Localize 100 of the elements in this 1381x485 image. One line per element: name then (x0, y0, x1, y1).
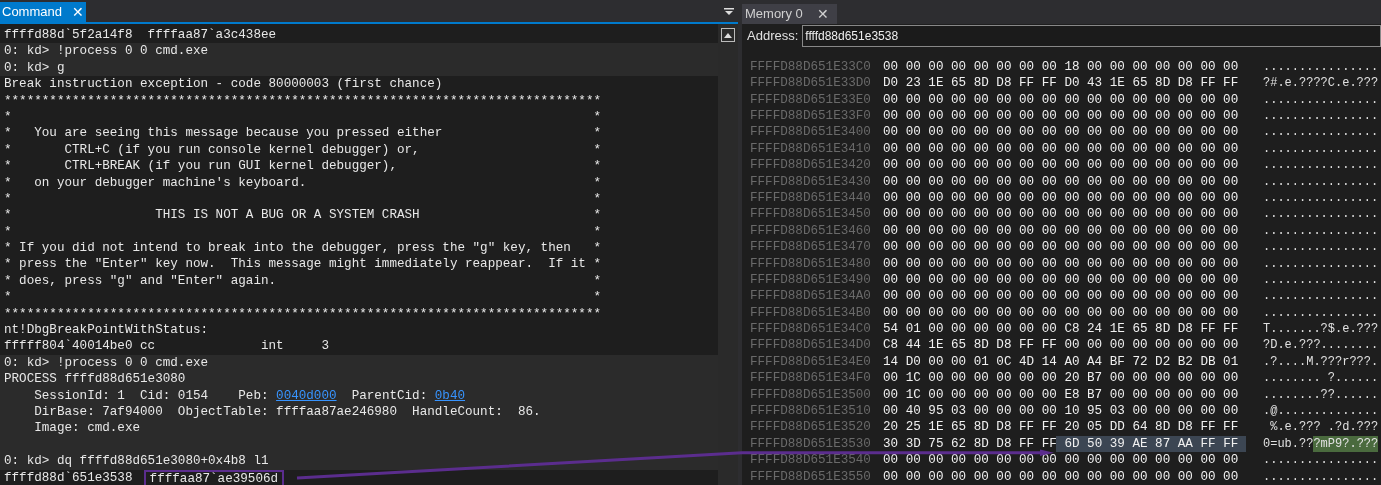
output-line: nt!DbgBreakPointWithStatus: (4, 323, 209, 338)
output-line: * * (4, 109, 602, 124)
dropdown-icon[interactable] (724, 8, 734, 16)
hex-bytes: D0 23 1E 65 8D D8 FF FF D0 43 1E 65 8D D8 FF FF (883, 75, 1239, 92)
output-line: DirBase: 7af94000 ObjectTable: ffffaa87ae246980 HandleCount: 86. (33, 405, 541, 419)
ascii-text: ?mP9?.??? (1313, 435, 1379, 453)
output-line: * If you did not intend to break into the debugger, press the "g" key, then * (4, 241, 602, 256)
hex-bytes: 20 25 1E 65 8D D8 FF FF 20 05 DD 64 8D D8 FF FF (883, 419, 1239, 436)
ascii-text: 0=ub.?? (1263, 435, 1314, 453)
output-line: ******************************************************************************* (4, 306, 602, 321)
memory-address: FFFFD88D651E33C0 (750, 58, 872, 76)
ascii-text: ................ (1263, 173, 1379, 190)
memory-address: FFFFD88D651E3550 (750, 468, 872, 485)
hex-bytes: 00 1C 00 00 00 00 00 00 20 B7 00 00 00 00 00 00 (883, 370, 1239, 387)
hex-bytes: 00 00 00 00 00 00 00 00 00 00 00 00 00 00 00 00 (883, 173, 1239, 190)
output-line: Image: cmd.exe (33, 421, 141, 436)
address-label: Address: (747, 27, 799, 46)
ascii-text: .?....M.???r???. (1263, 353, 1379, 371)
output-line: * * (4, 224, 602, 239)
link[interactable]: 0040d000 (276, 388, 337, 403)
hex-bytes: 14 D0 00 00 01 0C 4D 14 A0 A4 BF 72 D2 B2 DB 01 (883, 353, 1239, 371)
output-text: SessionId: 1 Cid: 0154 Peb: (33, 388, 270, 403)
output-line: 0: kd> !process 0 0 cmd.exe (4, 355, 209, 370)
up-arrow-icon (724, 32, 732, 38)
output-text: ffffd88d`651e3538 (4, 470, 134, 485)
memory-address: FFFFD88D651E3530 (750, 435, 872, 453)
hex-bytes: 00 00 00 00 00 00 00 00 00 00 00 00 00 00 00 00 (883, 452, 1239, 469)
hex-bytes: 00 00 00 00 00 00 00 00 00 00 00 00 00 00 00 00 (883, 91, 1239, 108)
memory-address: FFFFD88D651E3510 (750, 403, 872, 420)
memory-address: FFFFD88D651E33D0 (750, 75, 872, 92)
memory-tab[interactable]: Memory 0 ✕ (742, 4, 837, 24)
address-field[interactable]: ffffd88d651e3538 (802, 24, 1381, 47)
output-line: fffff804`40014be0 cc int 3 (4, 339, 329, 354)
ascii-text: ................ (1263, 468, 1379, 485)
memory-address: FFFFD88D651E3470 (750, 239, 872, 256)
ascii-text: ................ (1263, 206, 1379, 223)
ascii-text: ................ (1263, 157, 1379, 174)
output-line: * press the "Enter" key now. This message might immediately reappear. If it * (4, 257, 602, 272)
memory-address: FFFFD88D651E3480 (750, 255, 872, 272)
hex-bytes: 54 01 00 00 00 00 00 00 C8 24 1E 65 8D D8 FF FF (883, 321, 1239, 338)
command-tab[interactable]: Command ✕ (0, 2, 86, 22)
output-line: * CTRL+BREAK (if you run GUI kernel debugger), * (4, 159, 602, 174)
hex-bytes: 6D 50 39 AE 87 AA FF FF (1056, 435, 1247, 453)
ascii-text: ................ (1263, 124, 1379, 141)
ascii-text: ........ ?...... (1263, 370, 1379, 387)
hex-bytes: 00 00 00 00 00 00 00 00 00 00 00 00 00 00 00 00 (883, 288, 1239, 305)
hex-bytes: 00 00 00 00 00 00 00 00 00 00 00 00 00 00 00 00 (883, 140, 1239, 158)
output-text: ParentCid: (350, 388, 429, 403)
ascii-text: ................ (1263, 58, 1379, 76)
box-border-mark: * (4, 290, 12, 305)
output-line: Break instruction exception - code 80000003 (first chance) (4, 77, 443, 92)
ascii-text: ................ (1263, 255, 1379, 272)
hex-bytes: 00 00 00 00 00 00 00 00 00 00 00 00 00 00 00 00 (883, 189, 1239, 207)
hex-bytes: 00 00 00 00 00 00 00 00 00 00 00 00 00 00 00 00 (883, 124, 1239, 141)
ascii-text: ................ (1263, 189, 1379, 207)
memory-address: FFFFD88D651E34B0 (750, 304, 872, 322)
hex-bytes: 30 3D 75 62 8D D8 FF FF (883, 435, 1057, 453)
memory-address: FFFFD88D651E3400 (750, 124, 872, 141)
hex-bytes: 00 00 00 00 00 00 00 00 00 00 00 00 00 00 00 00 (883, 255, 1239, 272)
output-line: ******************************************************************************* (4, 93, 602, 108)
memory-address: FFFFD88D651E34D0 (750, 337, 872, 354)
memory-address: FFFFD88D651E3410 (750, 140, 872, 158)
ascii-text: ?#.e.????C.e.??? (1263, 75, 1379, 92)
output-line: * CTRL+C (if you run console kernel debugger) or, * (4, 142, 602, 157)
memory-address: FFFFD88D651E34F0 (750, 370, 872, 387)
output-line: * on your debugger machine's keyboard. * (4, 175, 602, 190)
output-line: * does, press "g" and "Enter" again. * (4, 273, 602, 288)
scroll-up-button[interactable] (721, 28, 735, 42)
hex-bytes: C8 44 1E 65 8D D8 FF FF 00 00 00 00 00 00 00 00 (883, 337, 1239, 354)
link[interactable]: 0b40 (434, 388, 466, 403)
ascii-text: ................ (1263, 452, 1379, 469)
output-line: 0: kd> dq ffffd88d651e3080+0x4b8 l1 (4, 454, 269, 469)
hex-bytes: 00 00 00 00 00 00 00 00 00 00 00 00 00 00 00 00 (883, 222, 1239, 240)
hex-bytes: 00 00 00 00 00 00 00 00 18 00 00 00 00 00 00 00 (883, 58, 1239, 76)
memory-address: FFFFD88D651E34A0 (750, 288, 872, 305)
memory-address: FFFFD88D651E33E0 (750, 91, 872, 108)
memory-address: FFFFD88D651E3540 (750, 452, 872, 469)
memory-address: FFFFD88D651E3420 (750, 157, 872, 174)
hex-bytes: 00 40 95 03 00 00 00 00 10 95 03 00 00 00 00 00 (883, 403, 1239, 420)
memory-address: FFFFD88D651E3500 (750, 386, 872, 404)
memory-address: FFFFD88D651E3520 (750, 419, 872, 436)
hex-bytes: 00 00 00 00 00 00 00 00 00 00 00 00 00 00 00 00 (883, 206, 1239, 223)
ascii-text: .@.............. (1263, 403, 1379, 420)
ascii-text: ................ (1263, 304, 1379, 322)
memory-address: FFFFD88D651E3460 (750, 222, 872, 240)
ascii-text: ................ (1263, 140, 1379, 158)
ascii-text: T.......?$.e.??? (1263, 321, 1379, 338)
ascii-text: %.e.??? .?d.??? (1269, 419, 1379, 436)
ascii-text: ?D.e.???........ (1263, 337, 1379, 354)
hex-bytes: 00 00 00 00 00 00 00 00 00 00 00 00 00 00 00 00 (883, 108, 1239, 125)
hex-bytes: 00 00 00 00 00 00 00 00 00 00 00 00 00 00 00 00 (883, 157, 1239, 174)
output-line: * You are seeing this message because you pressed either * (4, 126, 602, 141)
output-line: * * (4, 191, 602, 206)
memory-address: FFFFD88D651E34E0 (750, 353, 872, 371)
memory-address: FFFFD88D651E33F0 (750, 108, 872, 125)
hex-bytes: 00 00 00 00 00 00 00 00 00 00 00 00 00 00 00 00 (883, 239, 1239, 256)
output-line: * THIS IS NOT A BUG OR A SYSTEM CRASH * (4, 208, 602, 223)
memory-address: FFFFD88D651E3490 (750, 271, 872, 289)
memory-address: FFFFD88D651E3440 (750, 189, 872, 207)
memory-address: FFFFD88D651E34C0 (750, 321, 872, 338)
